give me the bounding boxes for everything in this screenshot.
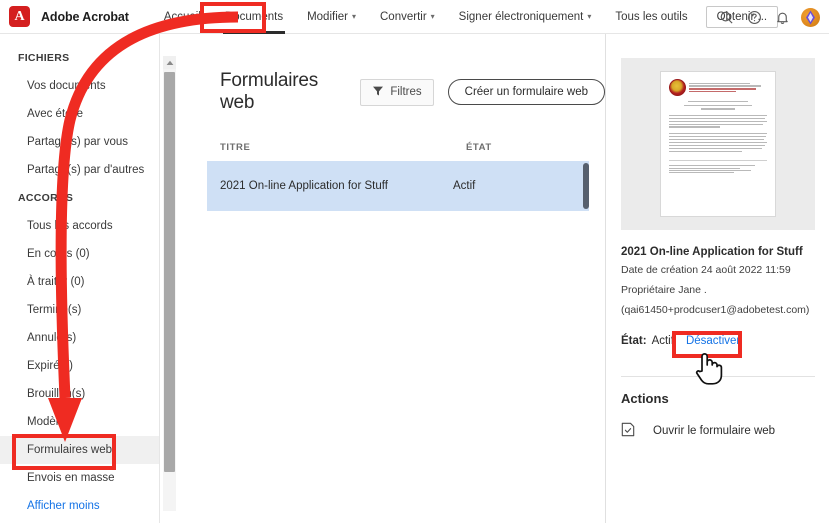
cell-etat: Actif	[453, 180, 476, 192]
search-icon[interactable]	[713, 4, 739, 30]
filters-button[interactable]: Filtres	[360, 78, 434, 106]
sidebar-item-brouillons[interactable]: Brouillon(s)	[0, 380, 159, 408]
thumbnail-header-lines	[689, 81, 767, 94]
nav-label-tous-les-outils: Tous les outils	[615, 10, 688, 23]
acrobat-logo-glyph: A	[14, 8, 25, 24]
details-panel: 2021 On-line Application for Stuff Date …	[607, 34, 829, 523]
nav-item-convertir[interactable]: Convertir ▾	[368, 0, 447, 34]
sidebar-item-label: Formulaires web	[27, 444, 112, 456]
detail-state-label: État:	[621, 335, 647, 347]
sidebar-item-label: Modèle	[27, 416, 65, 428]
sidebar-item-termines[interactable]: Terminé(s)	[0, 296, 159, 324]
sidebar-item-label: À traiter (0)	[27, 276, 85, 288]
content-scrollbar-thumb[interactable]	[583, 163, 589, 209]
chevron-down-icon: ▾	[430, 12, 435, 21]
nav-item-modifier[interactable]: Modifier ▾	[295, 0, 368, 34]
nav-label-modifier: Modifier	[307, 10, 348, 23]
thumbnail-footnotes	[669, 160, 767, 174]
thumbnail-header	[669, 79, 767, 96]
nav-label-convertir: Convertir	[380, 10, 427, 23]
open-web-form-icon	[621, 422, 635, 440]
thumbnail-body-lines	[669, 114, 767, 153]
sidebar-item-vos-documents[interactable]: Vos documents	[0, 72, 159, 100]
header-actions	[713, 0, 823, 34]
main-nav: Accueil Documents Modifier ▾ Convertir ▾…	[152, 0, 779, 34]
sidebar-scrollbar-thumb[interactable]	[164, 72, 175, 472]
action-open-web-form[interactable]: Ouvrir le formulaire web	[621, 422, 829, 440]
filter-funnel-icon	[372, 85, 384, 100]
detail-owner: Propriétaire Jane .	[621, 284, 707, 296]
nav-item-accueil[interactable]: Accueil	[152, 0, 213, 34]
sidebar-item-label: Annulé(s)	[27, 332, 77, 344]
sidebar: FICHIERS Vos documents Avec étoile Parta…	[0, 34, 160, 523]
panel-divider	[621, 376, 815, 377]
university-seal-icon	[669, 79, 686, 96]
chevron-down-icon: ▾	[351, 12, 356, 21]
sidebar-item-label: Brouillon(s)	[27, 388, 86, 400]
sidebar-item-avec-etoile[interactable]: Avec étoile	[0, 100, 159, 128]
sidebar-item-label: Tous les accords	[27, 220, 113, 232]
detail-state-row: État: Actif Désactiver	[621, 332, 829, 350]
nav-label-accueil: Accueil	[163, 10, 201, 23]
sidebar-item-label: Vos documents	[27, 80, 106, 92]
nav-label-signer: Signer électroniquement	[458, 10, 584, 23]
sidebar-item-envois-en-masse[interactable]: Envois en masse	[0, 464, 159, 492]
nav-label-documents: Documents	[224, 10, 284, 23]
sidebar-item-label: Envois en masse	[27, 472, 115, 484]
sidebar-item-label: Expiré(s)	[27, 360, 74, 372]
acrobat-web-forms-page: A Adobe Acrobat Accueil Documents Modifi…	[0, 0, 829, 523]
brand-name: Adobe Acrobat	[41, 9, 129, 24]
scroll-up-arrow-icon[interactable]	[163, 56, 176, 69]
action-label: Ouvrir le formulaire web	[653, 425, 776, 437]
document-thumbnail-preview[interactable]	[621, 58, 815, 230]
column-header-titre: TITRE	[220, 142, 251, 153]
sidebar-item-label: Partagé(s) par vous	[27, 136, 128, 148]
thumbnail-title-lines	[669, 101, 767, 110]
notifications-bell-icon[interactable]	[769, 4, 795, 30]
nav-item-signer-electroniquement[interactable]: Signer électroniquement ▾	[447, 0, 604, 34]
cell-titre: 2021 On-line Application for Stuff	[220, 180, 388, 192]
sidebar-item-a-traiter[interactable]: À traiter (0)	[0, 268, 159, 296]
main-header-row: Formulaires web Filtres Créer un formula…	[177, 34, 605, 114]
sidebar-item-partages-par-dautres[interactable]: Partagé(s) par d'autres	[0, 156, 159, 184]
user-avatar[interactable]	[801, 7, 820, 27]
sidebar-item-formulaires-web[interactable]: Formulaires web	[0, 436, 159, 464]
column-header-etat: ÉTAT	[466, 142, 492, 153]
thumbnail-page	[660, 71, 776, 217]
sidebar-section-fichiers: FICHIERS	[18, 52, 70, 64]
sidebar-item-label: Avec étoile	[27, 108, 84, 120]
desactiver-button[interactable]: Désactiver	[679, 332, 747, 350]
nav-item-documents[interactable]: Documents	[213, 0, 295, 34]
chevron-down-icon: ▾	[587, 12, 592, 21]
app-header: A Adobe Acrobat Accueil Documents Modifi…	[0, 0, 829, 34]
sidebar-item-tous-les-accords[interactable]: Tous les accords	[0, 212, 159, 240]
afficher-moins-link[interactable]: Afficher moins	[0, 492, 159, 520]
acrobat-logo-icon: A	[9, 6, 30, 27]
nav-item-tous-les-outils[interactable]: Tous les outils	[603, 0, 699, 34]
help-icon[interactable]	[741, 4, 767, 30]
table-header: TITRE ÉTAT	[177, 114, 605, 161]
create-web-form-button[interactable]: Créer un formulaire web	[447, 79, 605, 105]
sidebar-item-modele[interactable]: Modèle	[0, 408, 159, 436]
detail-owner-email: (qai61450+prodcuser1@adobetest.com)	[621, 304, 810, 316]
page-title: Formulaires web	[220, 70, 319, 113]
sidebar-item-label: Partagé(s) par d'autres	[27, 164, 145, 176]
detail-doc-title: 2021 On-line Application for Stuff	[621, 246, 803, 258]
sidebar-item-label: En cours (0)	[27, 248, 90, 260]
sidebar-item-en-cours[interactable]: En cours (0)	[0, 240, 159, 268]
sidebar-item-annules[interactable]: Annulé(s)	[0, 324, 159, 352]
sidebar-item-expires[interactable]: Expiré(s)	[0, 352, 159, 380]
detail-state-value: Actif	[651, 335, 674, 347]
sidebar-item-label: Terminé(s)	[27, 304, 82, 316]
sidebar-section-accords: ACCORDS	[18, 192, 74, 204]
sidebar-item-partages-par-vous[interactable]: Partagé(s) par vous	[0, 128, 159, 156]
actions-title: Actions	[621, 391, 669, 406]
main-content: Formulaires web Filtres Créer un formula…	[177, 34, 606, 523]
detail-created-date: Date de création 24 août 2022 11:59	[621, 264, 791, 276]
filters-button-label: Filtres	[390, 86, 422, 98]
brand[interactable]: A Adobe Acrobat	[9, 6, 129, 27]
table-row[interactable]: 2021 On-line Application for Stuff Actif	[207, 161, 589, 211]
